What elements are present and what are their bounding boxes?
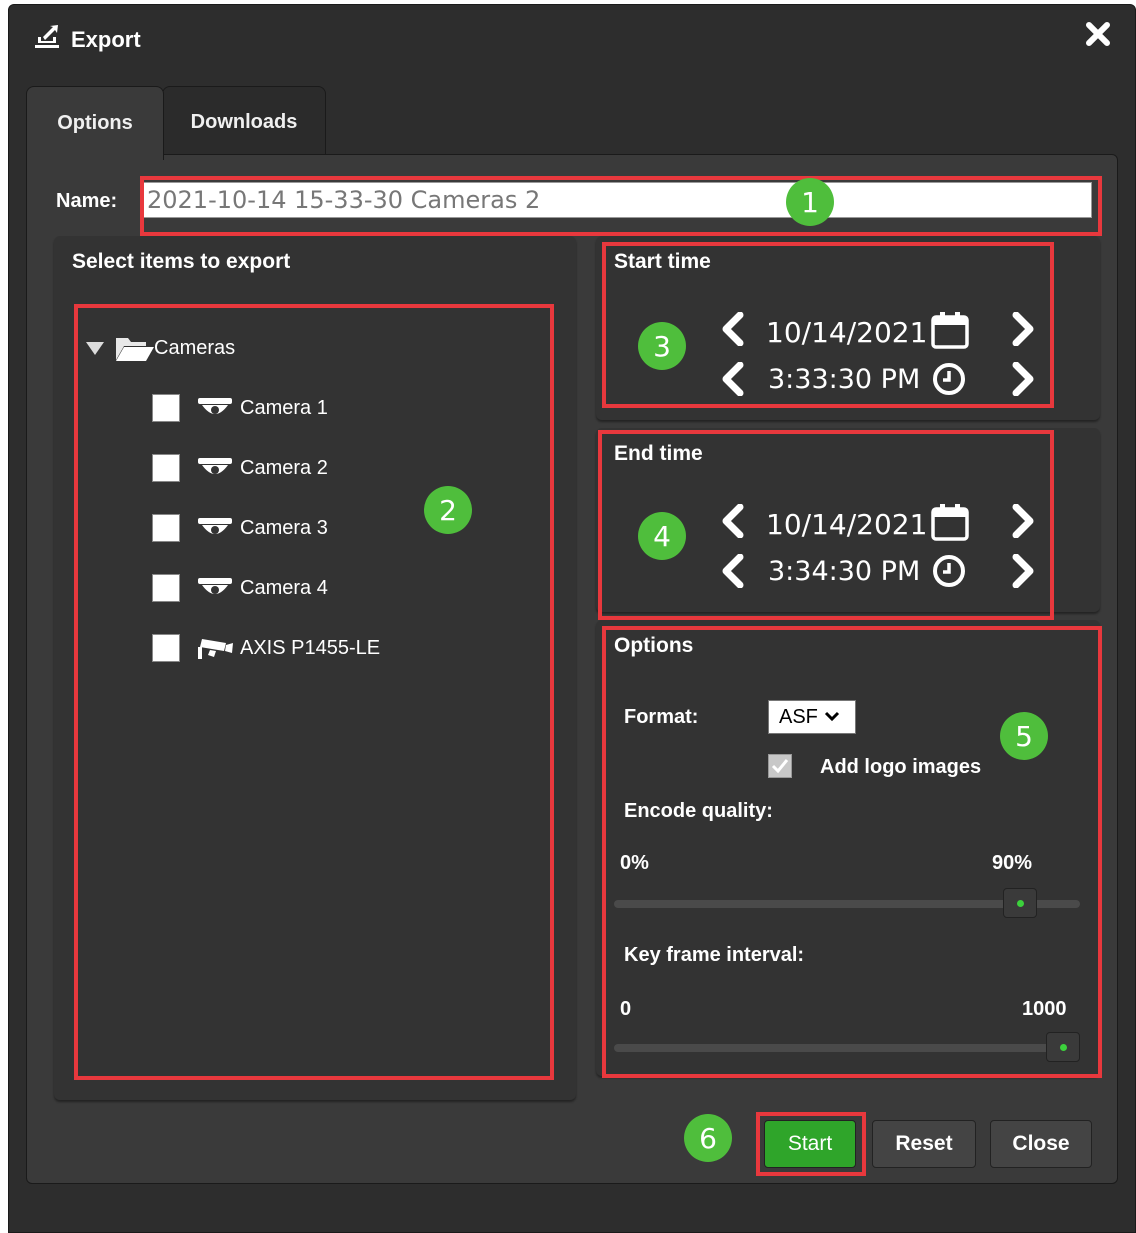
start-time-title: Start time — [614, 250, 711, 273]
expand-triangle-icon[interactable] — [86, 341, 104, 355]
dome-camera-icon — [198, 518, 232, 534]
add-logo-checkbox[interactable] — [768, 754, 792, 778]
end-time-title: End time — [614, 442, 703, 465]
tree-root-label: Cameras — [154, 336, 236, 359]
title-bar: Export — [9, 5, 1135, 77]
items-panel-title: Select items to export — [72, 250, 291, 273]
camera-3-label: Camera 3 — [240, 516, 328, 539]
step-badge-5: 5 — [1000, 712, 1048, 760]
bullet-camera-icon — [198, 639, 233, 659]
start-time-value[interactable]: 3:33:30 PM — [768, 364, 920, 395]
end-time-prev-icon[interactable] — [718, 554, 746, 588]
name-label: Name: — [56, 190, 118, 212]
key-frame-slider[interactable] — [614, 1044, 1080, 1052]
key-frame-value-label: 1000 — [1022, 998, 1067, 1020]
camera-4-label: Camera 4 — [240, 576, 328, 599]
end-date-value[interactable]: 10/14/2021 — [766, 508, 927, 541]
end-date-prev-icon[interactable] — [718, 504, 746, 538]
key-frame-label: Key frame interval: — [624, 944, 805, 966]
encode-min-label: 0% — [620, 852, 649, 874]
camera-2-checkbox[interactable] — [152, 454, 180, 482]
key-frame-min-label: 0 — [620, 998, 632, 1020]
step-badge-6: 6 — [684, 1114, 732, 1162]
step-badge-4: 4 — [638, 512, 686, 560]
key-frame-thumb[interactable] — [1046, 1032, 1080, 1062]
tab-options-label: Options — [57, 112, 133, 134]
chevron-down-icon — [824, 711, 839, 722]
clock-icon[interactable] — [932, 362, 966, 396]
axis-camera-label: AXIS P1455-LE — [240, 636, 381, 659]
end-date-next-icon[interactable] — [1010, 504, 1038, 538]
close-button[interactable]: Close — [990, 1120, 1092, 1168]
tab-options[interactable]: Options — [26, 86, 164, 160]
format-value: ASF — [779, 705, 818, 728]
dome-camera-icon — [198, 578, 232, 594]
tree-item-camera-2[interactable]: Camera 2 — [152, 454, 328, 482]
tree-item-axis-camera[interactable]: AXIS P1455-LE — [152, 634, 380, 662]
encode-value-label: 90% — [992, 852, 1033, 874]
end-time-value[interactable]: 3:34:30 PM — [768, 556, 920, 587]
start-date-next-icon[interactable] — [1010, 312, 1038, 346]
dialog-title: Export — [71, 27, 141, 52]
name-input[interactable]: 2021-10-14 15-33-30 Cameras 2 — [140, 182, 1092, 218]
add-logo-label: Add logo images — [820, 756, 982, 778]
start-button[interactable]: Start — [764, 1120, 856, 1168]
step-badge-1: 1 — [786, 178, 834, 226]
camera-4-checkbox[interactable] — [152, 574, 180, 602]
axis-camera-checkbox[interactable] — [152, 634, 180, 662]
camera-1-checkbox[interactable] — [152, 394, 180, 422]
format-label: Format: — [624, 706, 699, 728]
start-date-prev-icon[interactable] — [718, 312, 746, 346]
calendar-icon[interactable] — [930, 502, 970, 542]
export-icon — [35, 25, 59, 48]
camera-1-label: Camera 1 — [240, 396, 328, 419]
start-date-value[interactable]: 10/14/2021 — [766, 316, 927, 349]
options-title: Options — [614, 634, 694, 657]
camera-3-checkbox[interactable] — [152, 514, 180, 542]
step-badge-2: 2 — [424, 486, 472, 534]
clock-icon[interactable] — [932, 554, 966, 588]
close-icon[interactable] — [1083, 19, 1113, 49]
start-time-prev-icon[interactable] — [718, 362, 746, 396]
dome-camera-icon — [198, 458, 232, 474]
tree-item-camera-4[interactable]: Camera 4 — [152, 574, 328, 602]
tab-downloads-label: Downloads — [190, 111, 298, 133]
format-select[interactable]: ASF — [768, 700, 856, 734]
start-time-next-icon[interactable] — [1010, 362, 1038, 396]
encode-quality-label: Encode quality: — [624, 800, 773, 822]
camera-2-label: Camera 2 — [240, 456, 328, 479]
end-time-next-icon[interactable] — [1010, 554, 1038, 588]
folder-open-icon — [116, 338, 154, 361]
calendar-icon[interactable] — [930, 310, 970, 350]
tree-item-camera-3[interactable]: Camera 3 — [152, 514, 328, 542]
dome-camera-icon — [198, 398, 232, 414]
reset-button[interactable]: Reset — [872, 1120, 976, 1168]
encode-quality-thumb[interactable] — [1003, 888, 1037, 918]
step-badge-3: 3 — [638, 322, 686, 370]
tree-root-cameras[interactable]: Cameras — [86, 334, 235, 362]
items-panel — [54, 236, 576, 1100]
checkmark-icon — [771, 759, 789, 774]
tree-item-camera-1[interactable]: Camera 1 — [152, 394, 328, 422]
tab-downloads[interactable]: Downloads — [162, 86, 326, 158]
